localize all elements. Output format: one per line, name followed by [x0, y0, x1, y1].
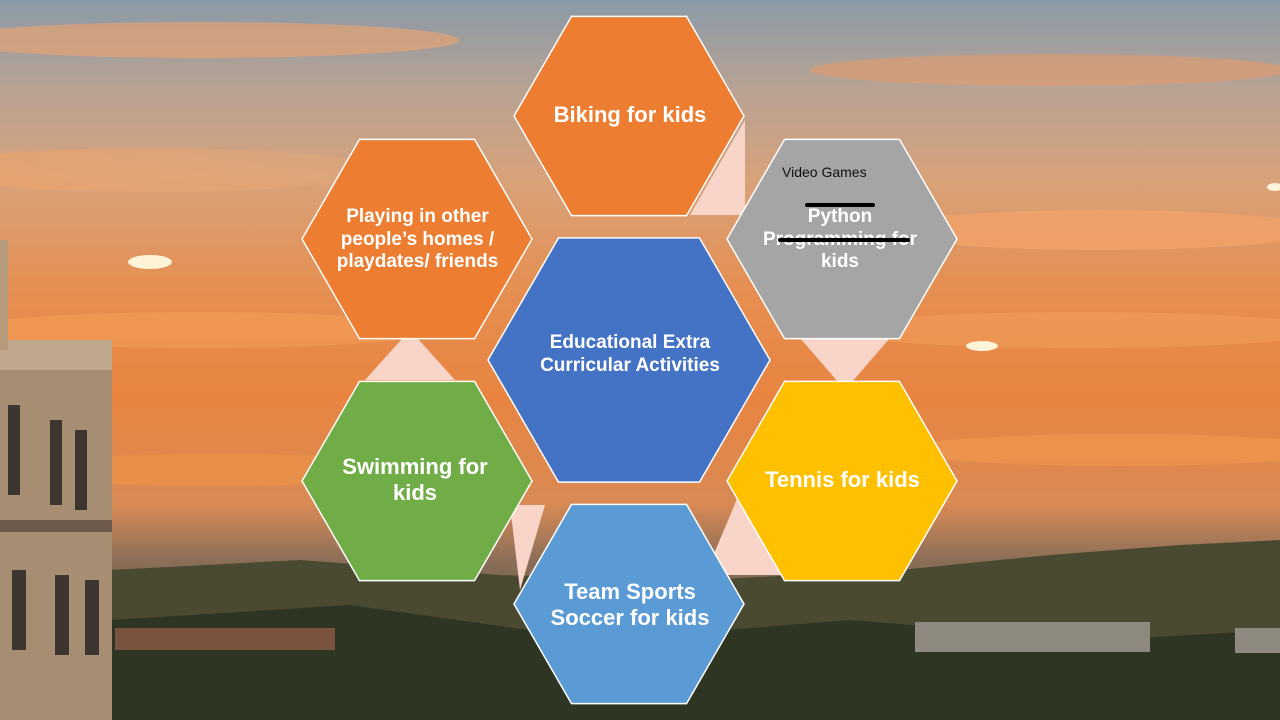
biking-hexagon-label: Biking for kids: [553, 101, 707, 127]
team-sports-hexagon-label: Team Sports Soccer for kids: [550, 578, 710, 630]
strikethrough-line: [778, 238, 910, 242]
swimming-hexagon-label: Swimming for kids: [342, 453, 488, 505]
video-games-annotation: Video Games: [782, 164, 867, 180]
tennis-hexagon-label: Tennis for kids: [765, 466, 920, 492]
center-hexagon-label: Educational Extra Curricular Activities: [540, 332, 720, 376]
strikethrough-line: [805, 203, 875, 207]
playing-hexagon-label: Playing in other people’s homes / playda…: [336, 205, 499, 273]
